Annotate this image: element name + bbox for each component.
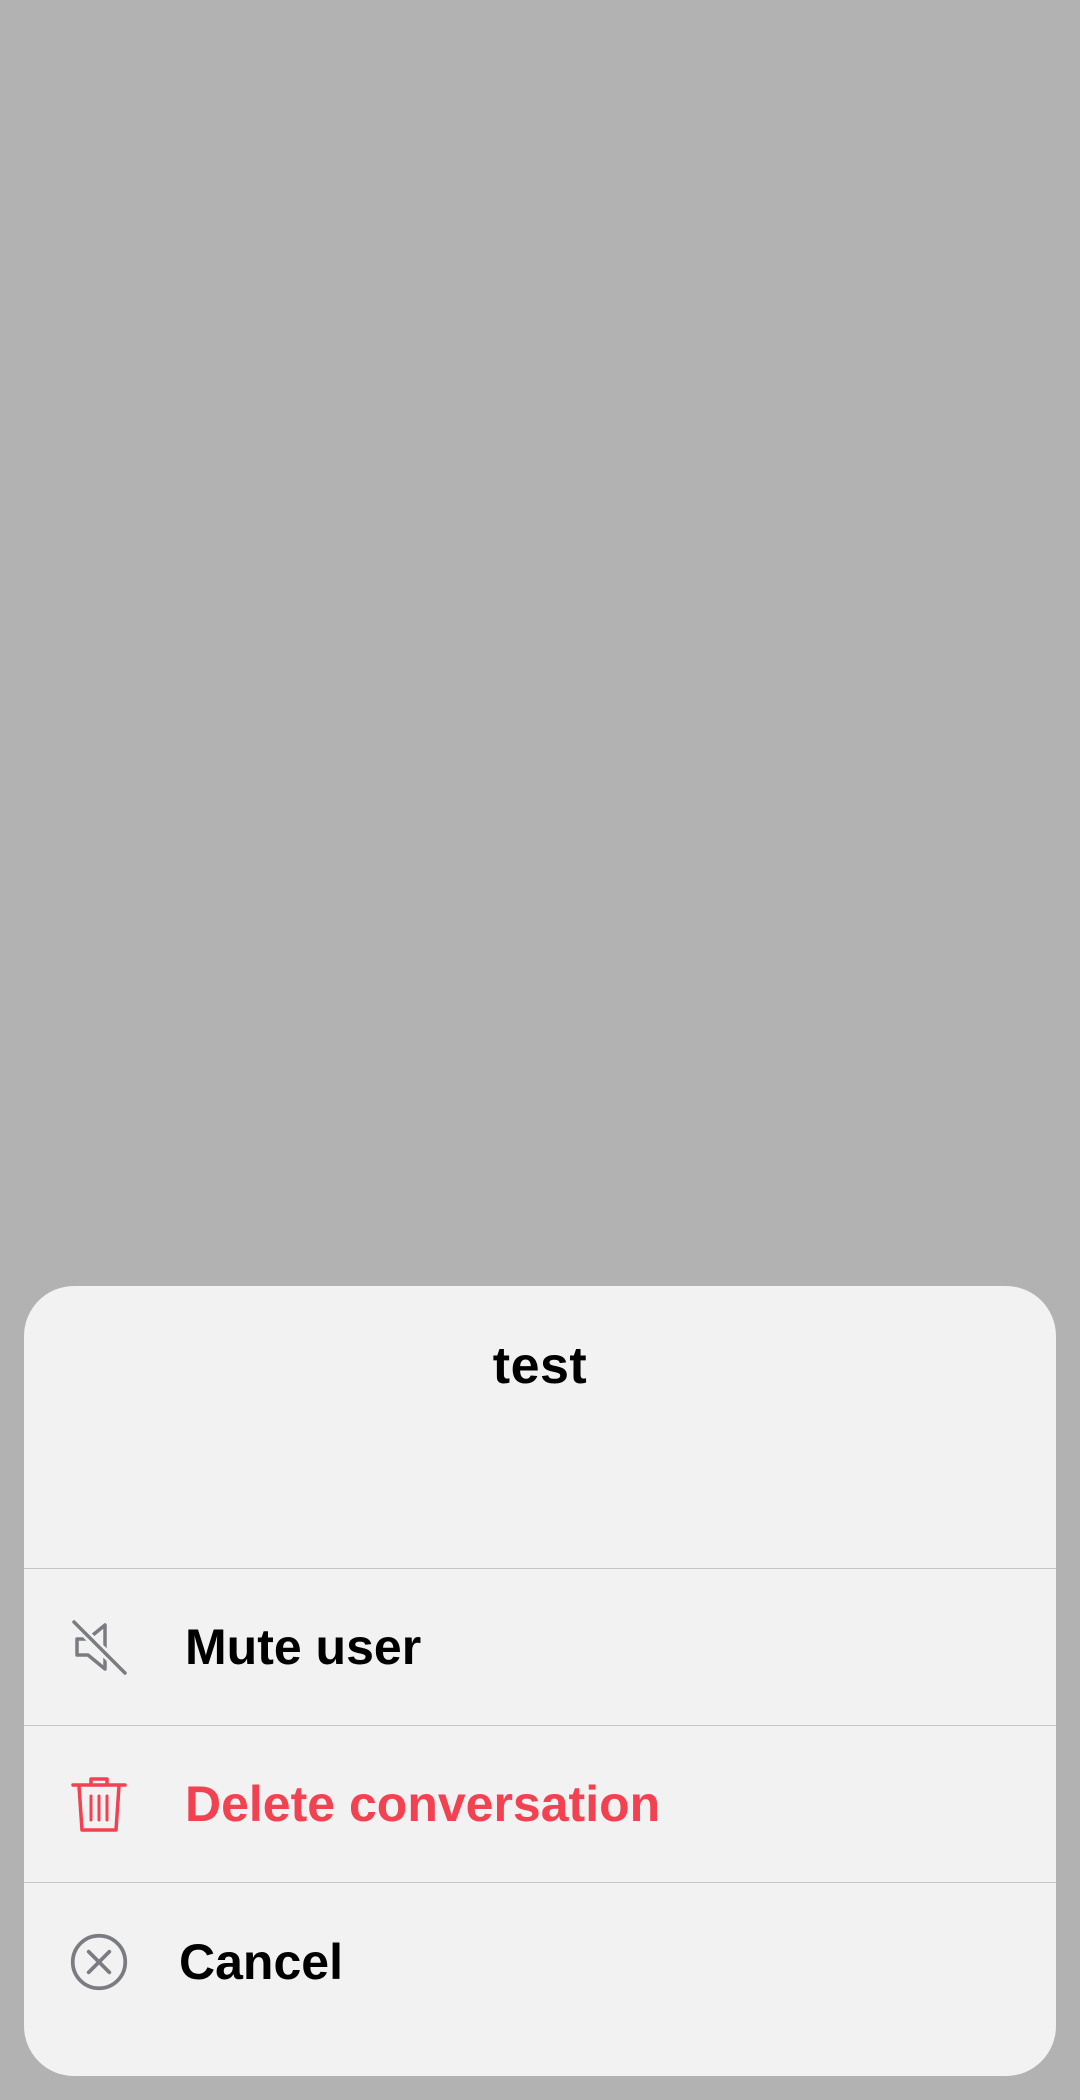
action-sheet-title: test (492, 1337, 588, 1395)
delete-conversation-label: Delete conversation (185, 1776, 661, 1832)
cancel-button[interactable]: Cancel (24, 1883, 1056, 2040)
action-sheet: test Mute user Delete conversation Cance… (24, 1286, 1056, 2076)
mute-user-label: Mute user (185, 1619, 422, 1675)
mute-icon (69, 1617, 129, 1677)
cancel-label: Cancel (179, 1933, 343, 1990)
delete-conversation-button[interactable]: Delete conversation (24, 1726, 1056, 1883)
cancel-circle-icon (69, 1932, 129, 1992)
trash-icon (69, 1774, 129, 1834)
mute-user-button[interactable]: Mute user (24, 1569, 1056, 1726)
action-sheet-header: test (24, 1286, 1056, 1569)
